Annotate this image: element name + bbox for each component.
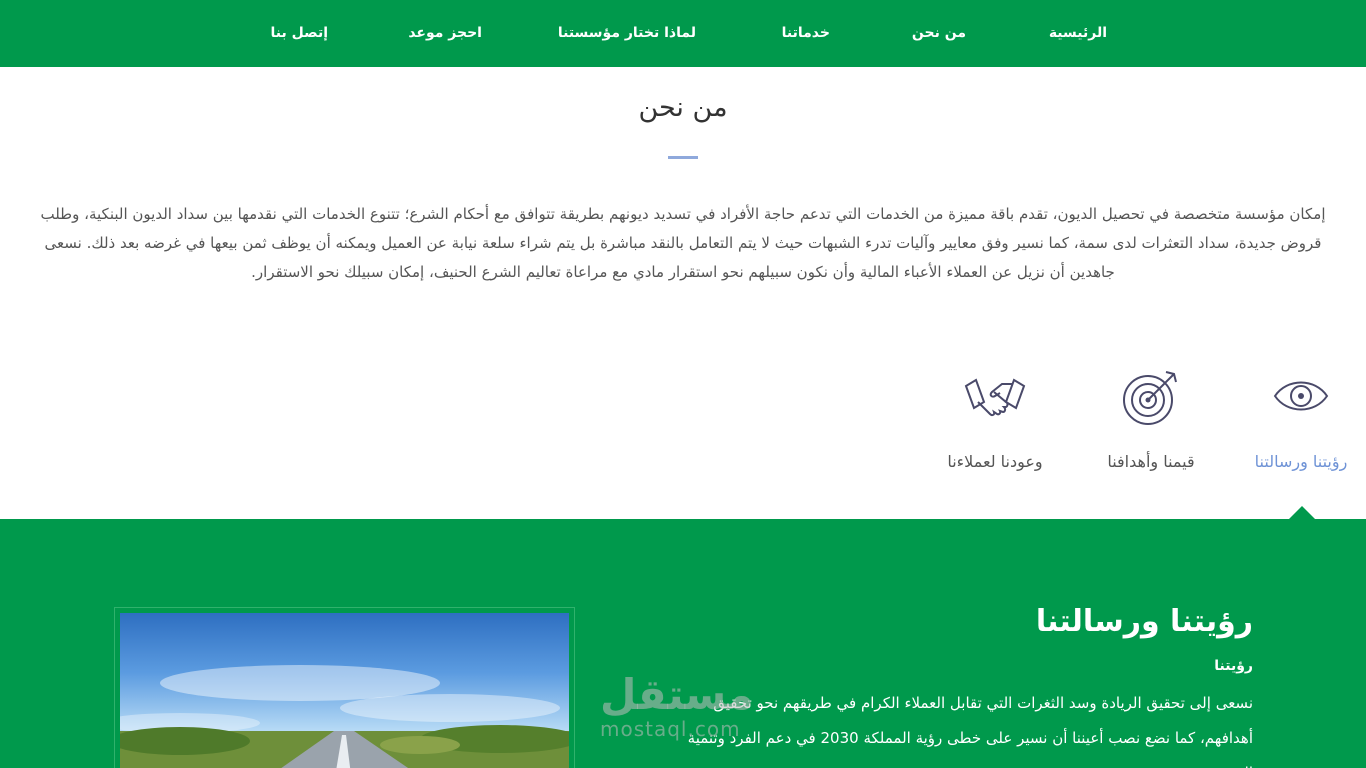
feature-vision-mission[interactable]: رؤيتنا ورسالتنا bbox=[1231, 366, 1366, 486]
feature-label-vision-mission: رؤيتنا ورسالتنا bbox=[1254, 452, 1348, 471]
eye-icon bbox=[1273, 381, 1329, 411]
vision-subheading: رؤيتنا bbox=[1214, 658, 1253, 674]
vision-text: نسعى إلى تحقيق الريادة وسد الثغرات التي … bbox=[687, 694, 1253, 768]
feature-values-goals[interactable]: قيمنا وأهدافنا bbox=[1081, 366, 1221, 486]
target-icon bbox=[1123, 371, 1177, 425]
nav-item-about[interactable]: من نحن bbox=[912, 25, 966, 41]
vision-heading: رؤيتنا ورسالتنا bbox=[1035, 604, 1253, 639]
nav-item-book-appointment[interactable]: احجز موعد bbox=[408, 25, 482, 41]
nav-item-home[interactable]: الرئيسية bbox=[1049, 25, 1107, 41]
nav-item-why-us[interactable]: لماذا تختار مؤسستنا bbox=[558, 25, 696, 41]
handshake-icon bbox=[964, 378, 1026, 417]
top-navigation: الرئيسية من نحن خدماتنا لماذا تختار مؤسس… bbox=[0, 0, 1366, 67]
active-tab-pointer bbox=[1289, 506, 1315, 519]
nav-item-services[interactable]: خدماتنا bbox=[782, 25, 830, 41]
road-landscape-image bbox=[120, 613, 569, 768]
title-divider bbox=[668, 156, 698, 159]
about-text: إمكان مؤسسة متخصصة في تحصيل الديون، تقدم… bbox=[40, 205, 1326, 281]
about-title: من نحن bbox=[638, 92, 728, 123]
feature-promises[interactable]: وعودنا لعملاءنا bbox=[925, 366, 1065, 486]
road-image-frame bbox=[114, 607, 575, 768]
feature-label-promises: وعودنا لعملاءنا bbox=[947, 452, 1043, 471]
feature-label-values-goals: قيمنا وأهدافنا bbox=[1107, 452, 1195, 471]
nav-item-contact[interactable]: إتصل بنا bbox=[271, 25, 328, 41]
